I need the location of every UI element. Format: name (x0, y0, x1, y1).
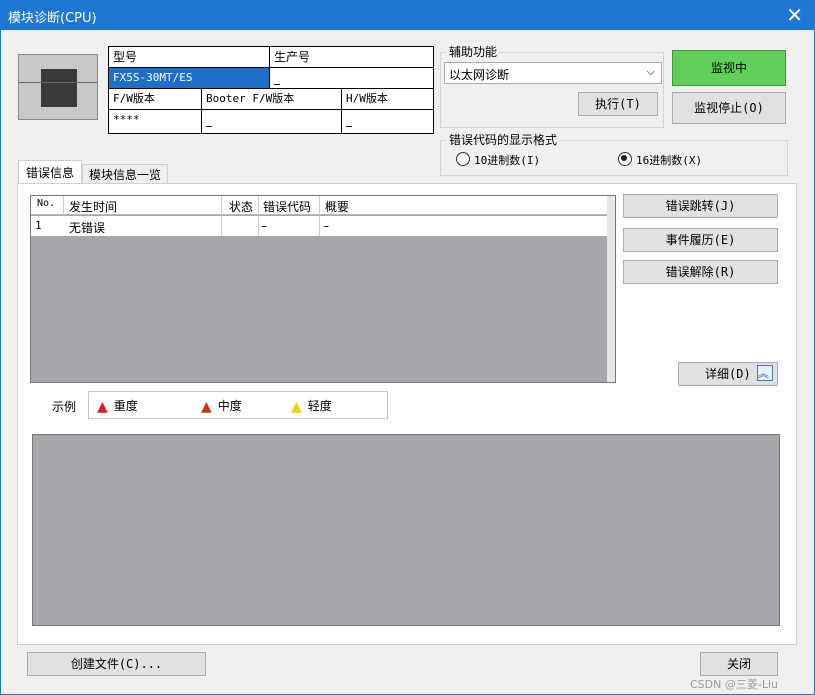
major-warning-icon: ▲ (97, 399, 108, 415)
aux-function-select[interactable]: 以太网诊断 ⌵ (444, 62, 662, 84)
radio-hex-label: 16进制数(X) (636, 154, 703, 167)
radio-decimal[interactable]: 10进制数(I) (456, 152, 540, 168)
serial-value: _ (270, 68, 434, 89)
legend-minor: ▲ 轻度 (291, 399, 332, 415)
aux-function-label: 辅助功能 (446, 43, 501, 60)
chevron-down-icon: ⌵ (646, 65, 655, 78)
col-code: 错误代码 (263, 200, 312, 214)
window-title: 模块诊断(CPU) (8, 11, 97, 26)
header-fw: F/W版本 (109, 89, 202, 110)
monitoring-button[interactable]: 监视中 (672, 50, 786, 86)
moderate-warning-icon: ▲ (201, 399, 212, 415)
stop-monitor-button[interactable]: 监视停止(O) (672, 92, 786, 124)
row-no: 1 (35, 219, 42, 232)
header-model: 型号 (109, 47, 270, 68)
error-clear-button[interactable]: 错误解除(R) (623, 260, 778, 284)
legend-moderate: ▲ 中度 (201, 399, 242, 415)
event-history-button[interactable]: 事件履历(E) (623, 228, 778, 252)
legend-box: ▲ 重度 ▲ 中度 ▲ 轻度 (88, 391, 388, 419)
header-serial: 生产号 (270, 47, 434, 68)
title-bar: 模块诊断(CPU) ✕ (0, 0, 815, 30)
col-time: 发生时间 (69, 200, 118, 214)
module-image (18, 54, 98, 120)
minor-warning-icon: ▲ (291, 399, 302, 415)
row-summary: – (323, 219, 329, 233)
detail-button[interactable]: 详细(D) ︽ (678, 362, 778, 386)
error-format-label: 错误代码的显示格式 (446, 131, 561, 148)
detail-panel (32, 434, 780, 626)
table-header: No. 发生时间 状态 错误代码 概要 (31, 196, 607, 215)
legend-label: 示例 (52, 400, 77, 414)
row-time: 无错误 (69, 221, 106, 235)
radio-hex-indicator (618, 152, 632, 166)
create-file-button[interactable]: 创建文件(C)... (27, 652, 206, 676)
row-code: – (261, 219, 267, 233)
tab-error-info[interactable]: 错误信息 (18, 160, 82, 184)
radio-decimal-label: 10进制数(I) (474, 154, 541, 167)
watermark: CSDN @三菱-Liu (690, 678, 778, 691)
table-scrollbar[interactable] (607, 196, 615, 382)
detail-button-label: 详细(D) (705, 367, 751, 381)
radio-decimal-indicator (456, 152, 470, 166)
model-value: FX5S-30MT/ES (109, 68, 270, 89)
booter-value: _ (202, 110, 342, 134)
col-status: 状态 (229, 200, 254, 214)
fw-value: **** (109, 110, 202, 134)
execute-button[interactable]: 执行(T) (578, 92, 658, 116)
header-hw: H/W版本 (342, 89, 434, 110)
col-summary: 概要 (325, 200, 350, 214)
double-chevron-up-icon: ︽ (757, 365, 773, 381)
hw-value: _ (342, 110, 434, 134)
col-no: No. (37, 198, 56, 209)
error-jump-button[interactable]: 错误跳转(J) (623, 194, 778, 218)
close-icon[interactable]: ✕ (786, 3, 803, 27)
legend-major: ▲ 重度 (97, 399, 138, 415)
error-table: No. 发生时间 状态 错误代码 概要 1 无错误 – – (30, 195, 616, 383)
close-button[interactable]: 关闭 (700, 652, 778, 676)
header-booter: Booter F/W版本 (202, 89, 342, 110)
aux-function-selected: 以太网诊断 (449, 68, 510, 82)
module-info-table: 型号 生产号 FX5S-30MT/ES _ F/W版本 Booter F/W版本… (108, 46, 434, 134)
tab-module-list[interactable]: 模块信息一览 (82, 164, 168, 184)
radio-hex[interactable]: 16进制数(X) (618, 152, 702, 168)
table-row[interactable]: 1 无错误 – – (31, 216, 607, 236)
